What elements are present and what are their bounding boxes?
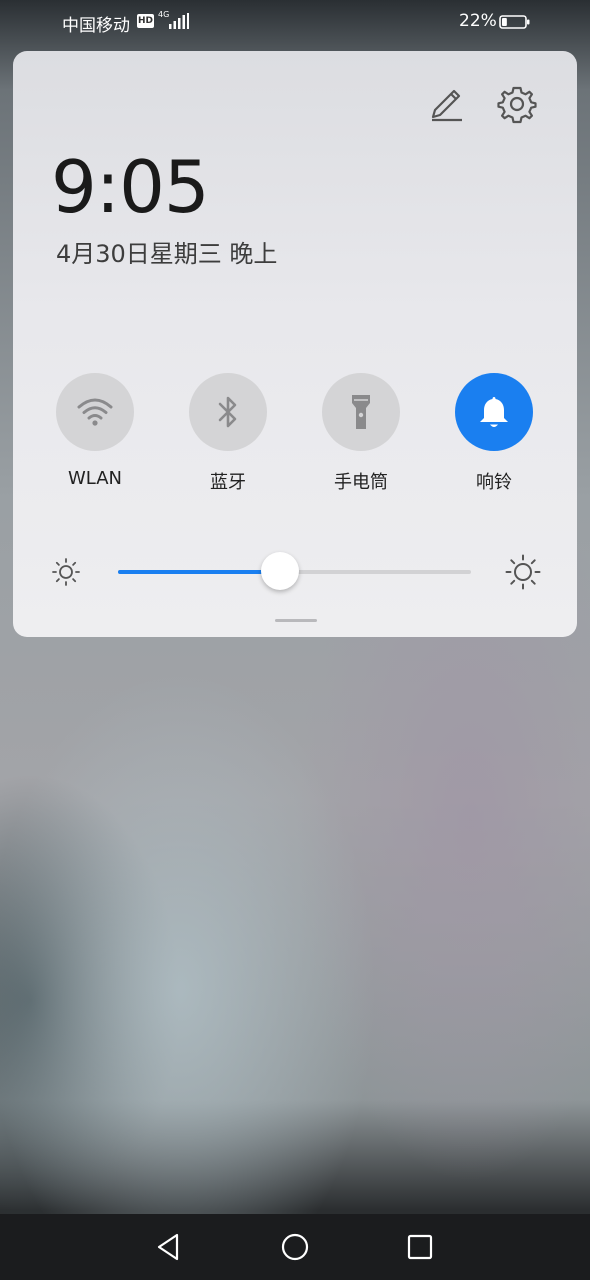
navigation-bar [0,1214,590,1280]
gear-icon[interactable] [497,84,537,124]
date-label[interactable]: 4月30日星期三 晚上 [56,234,277,269]
toggle-ring[interactable]: 响铃 [444,373,544,494]
toggle-bluetooth[interactable]: 蓝牙 [178,373,278,494]
back-triangle-icon[interactable] [153,1231,185,1263]
status-bar: 中国移动 HD 4G 22% [0,0,590,44]
bell-icon [480,397,508,427]
network-type: 4G [158,10,170,19]
clock-time[interactable]: 9:05 [51,147,210,227]
home-circle-icon[interactable] [279,1231,311,1263]
battery-icon [499,15,530,29]
toggle-bluetooth-button[interactable] [189,373,267,451]
toggle-wlan-button[interactable] [56,373,134,451]
bluetooth-icon [218,396,237,428]
toggle-flashlight-button[interactable] [322,373,400,451]
toggle-wlan[interactable]: WLAN [45,373,145,489]
brightness-slider-fill [118,570,281,574]
quick-settings-panel: 9:05 4月30日星期三 晚上 WLAN 蓝牙 手电筒 响铃 [13,51,577,637]
toggle-ring-label: 响铃 [476,472,512,493]
toggle-flashlight[interactable]: 手电筒 [311,373,411,494]
carrier-name: 中国移动 [62,16,130,36]
brightness-low-icon [52,558,80,586]
toggle-wlan-label: WLAN [67,468,123,489]
toggle-ring-button[interactable] [455,373,533,451]
flashlight-icon [352,395,370,429]
toggle-flashlight-label: 手电筒 [334,472,388,493]
edit-pencil-icon[interactable] [426,84,466,124]
battery-percent: 22% [459,11,497,31]
hd-badge: HD [137,14,154,28]
signal-strength-icon [169,13,189,29]
brightness-high-icon [505,554,541,590]
brightness-slider-thumb[interactable] [261,552,300,590]
wifi-icon [77,398,113,426]
brightness-slider[interactable] [118,552,471,590]
recent-square-icon[interactable] [404,1231,436,1263]
panel-drag-handle[interactable] [275,619,317,622]
toggle-bluetooth-label: 蓝牙 [210,472,246,493]
